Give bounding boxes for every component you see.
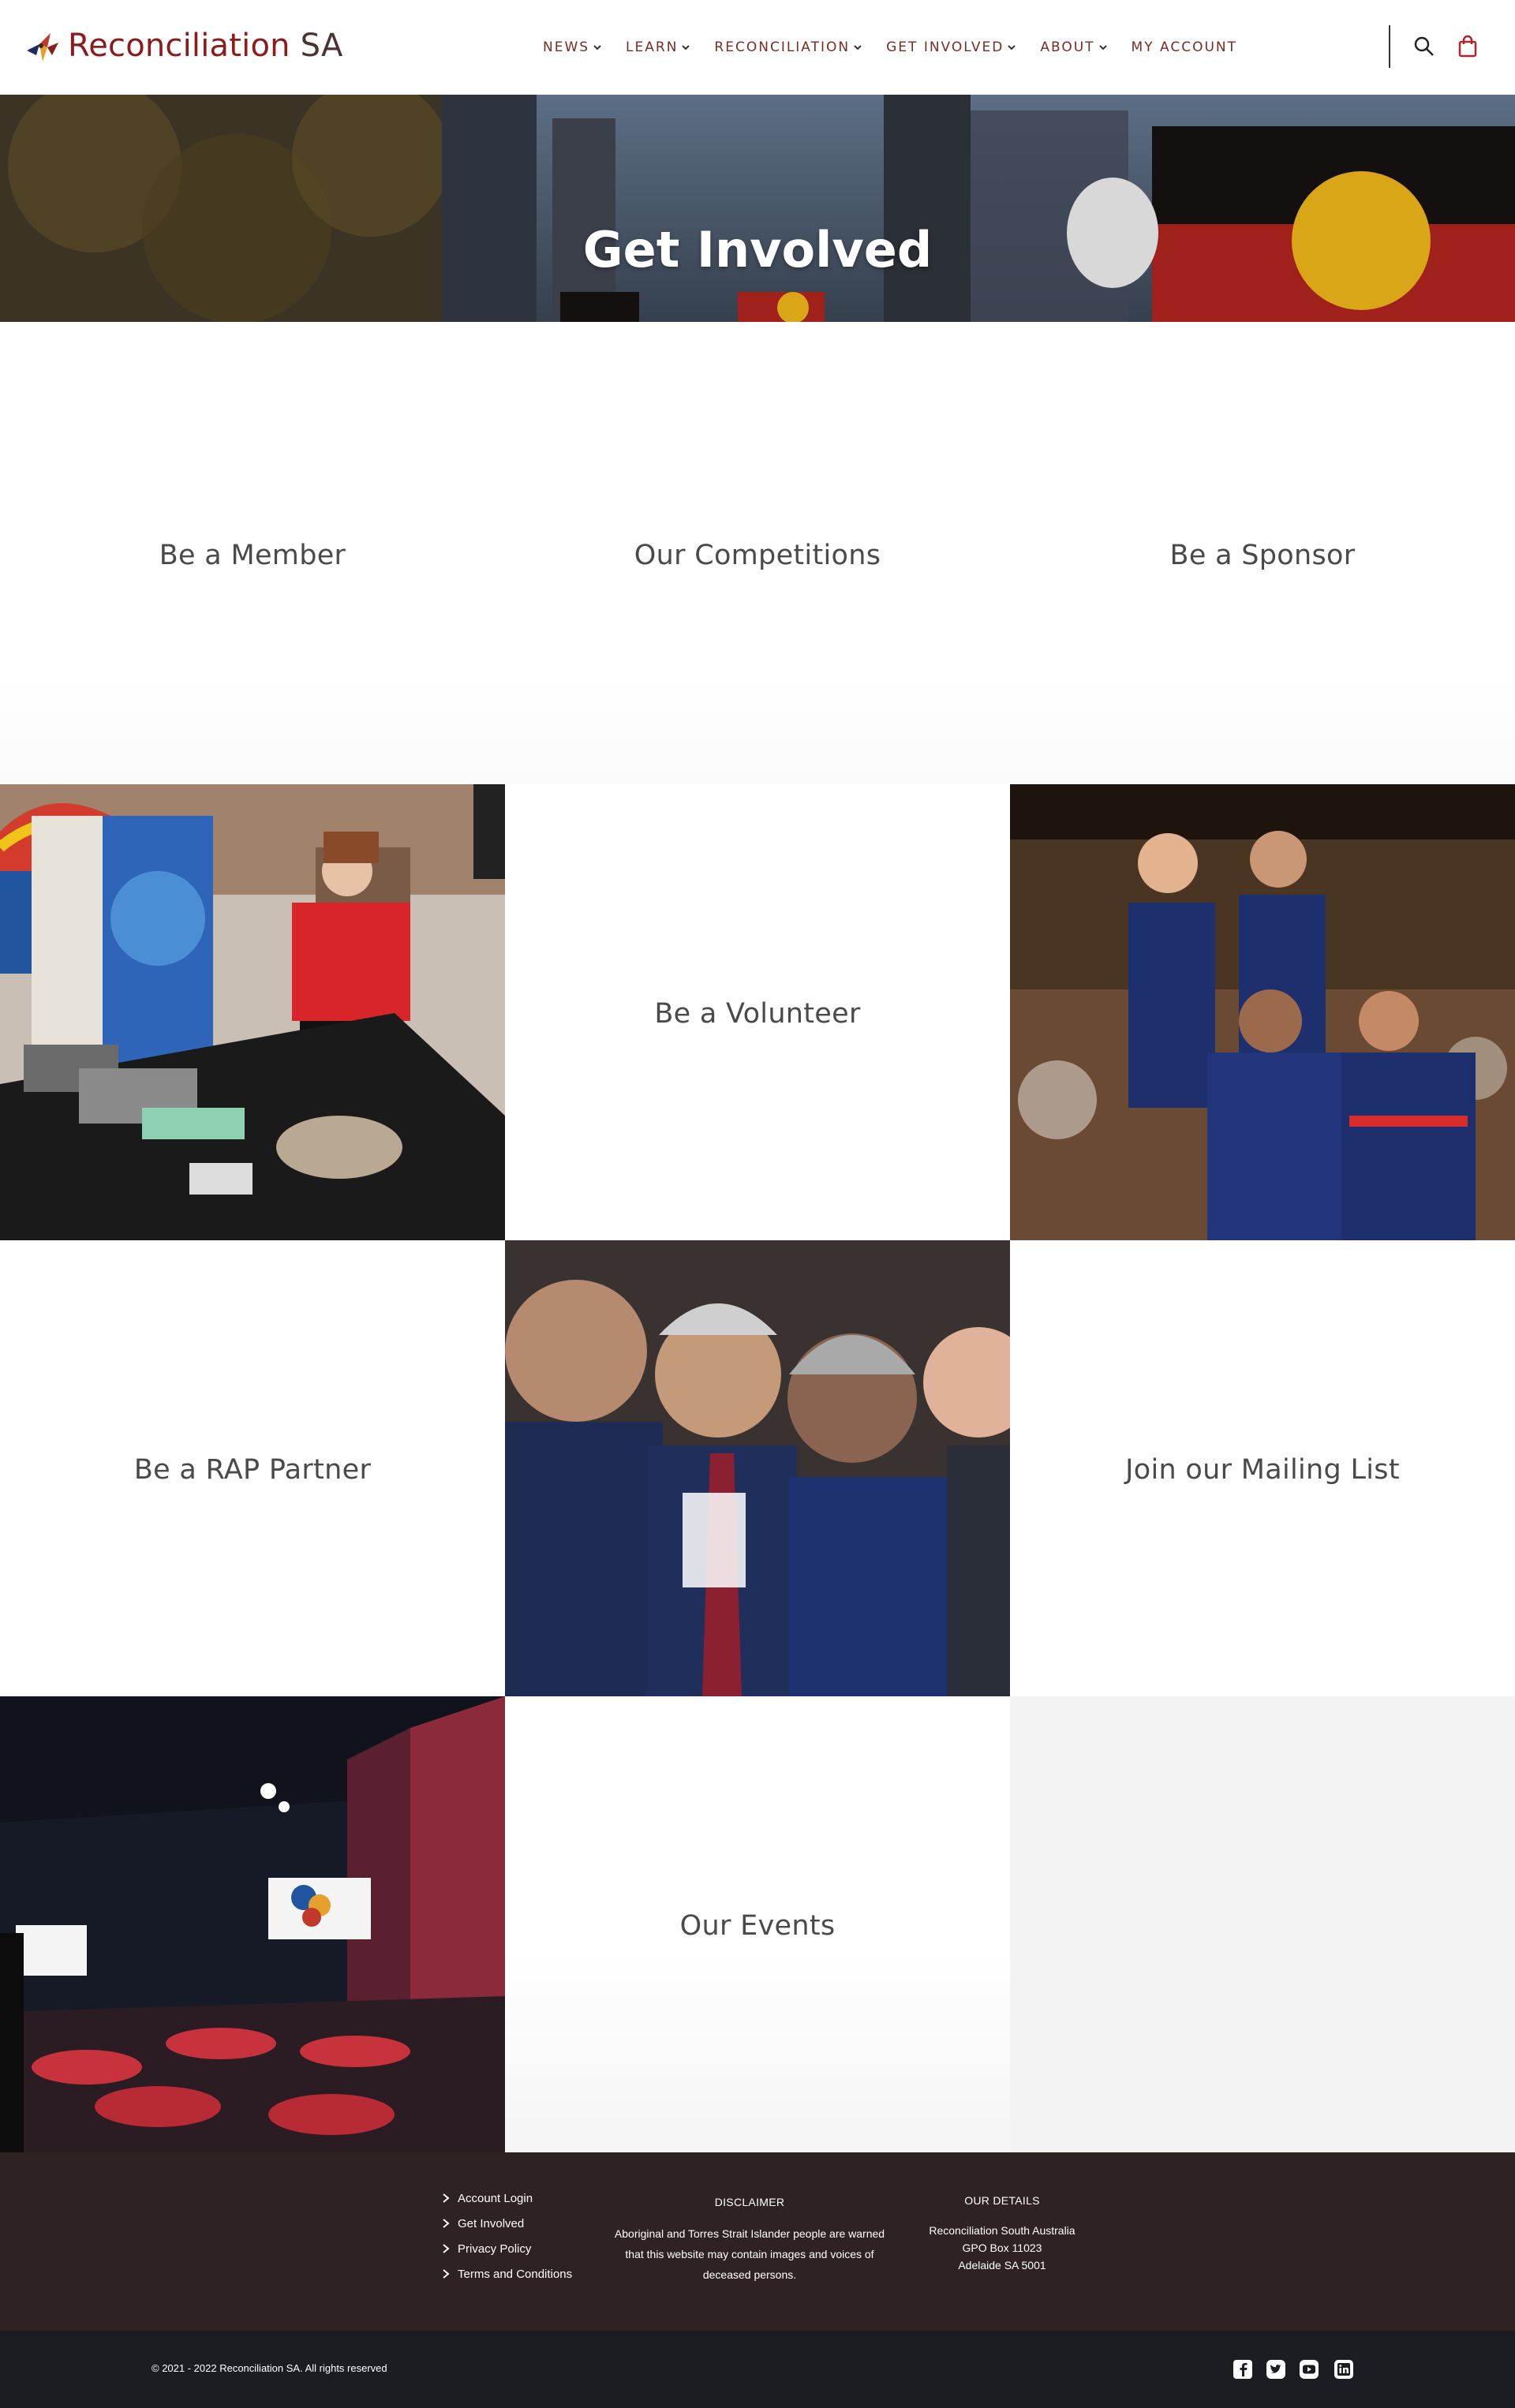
logo-icon — [27, 33, 58, 62]
tile-our-events[interactable]: Our Events — [505, 1696, 1010, 2152]
brand-name: Reconciliation SA — [68, 28, 343, 64]
chevron-right-icon — [443, 2219, 450, 2228]
tile-our-competitions-label: Our Competitions — [634, 540, 881, 571]
chevron-right-icon — [443, 2244, 450, 2253]
shopping-bag-icon[interactable] — [1456, 35, 1479, 58]
site-footer: Account Login Get Involved Privacy Polic… — [0, 2152, 1515, 2331]
photo-volunteer-stall — [0, 784, 505, 1240]
disclaimer-line: Aboriginal and Torres Strait Islander pe… — [614, 2227, 885, 2240]
tile-be-a-volunteer-label: Be a Volunteer — [654, 998, 861, 1030]
tile-our-competitions[interactable]: Our Competitions — [505, 322, 1010, 784]
youtube-icon[interactable] — [1299, 2359, 1319, 2380]
footer-link-privacy-policy[interactable]: Privacy Policy — [442, 2242, 572, 2256]
nav-my-account-label: MY ACCOUNT — [1131, 39, 1237, 55]
nav-get-involved[interactable]: GET INVOLVED — [886, 39, 1016, 55]
nav-learn-label: LEARN — [626, 39, 679, 55]
copyright-text: © 2021 - 2022 Reconciliation SA. All rig… — [152, 2362, 387, 2374]
photo-events-hall — [0, 1696, 505, 2152]
hero-background-image — [0, 95, 1515, 322]
footer-details: OUR DETAILS Reconciliation South Austral… — [907, 2192, 1097, 2274]
nav-get-involved-label: GET INVOLVED — [886, 39, 1004, 55]
footer-link-get-involved[interactable]: Get Involved — [442, 2217, 572, 2230]
disclaimer-line: deceased persons. — [702, 2268, 797, 2281]
tile-be-a-volunteer[interactable]: Be a Volunteer — [505, 784, 1010, 1240]
nav-reconciliation-label: RECONCILIATION — [714, 39, 851, 55]
photo-rap-partner-elders — [505, 1240, 1010, 1696]
tile-be-a-rap-partner-label: Be a RAP Partner — [133, 1454, 372, 1486]
chevron-right-icon — [443, 2193, 450, 2203]
footer-bottom-bar: © 2021 - 2022 Reconciliation SA. All rig… — [0, 2331, 1515, 2408]
nav-news-label: NEWS — [542, 39, 590, 55]
tile-be-a-member-label: Be a Member — [159, 540, 346, 571]
details-heading: OUR DETAILS — [964, 2194, 1040, 2207]
disclaimer-heading: DISCLAIMER — [714, 2196, 785, 2208]
events-hall-image — [0, 1696, 505, 2152]
footer-link-label: Terms and Conditions — [458, 2267, 573, 2281]
details-line: GPO Box 11023 — [962, 2242, 1042, 2254]
chevron-down-icon — [854, 45, 862, 50]
volunteer-stall-image — [0, 784, 505, 1240]
footer-link-terms[interactable]: Terms and Conditions — [442, 2267, 573, 2281]
linkedin-icon[interactable] — [1334, 2359, 1354, 2380]
footer-disclaimer: DISCLAIMER Aboriginal and Torres Strait … — [600, 2192, 900, 2285]
footer-link-label: Get Involved — [458, 2216, 525, 2230]
chevron-down-icon — [1098, 45, 1107, 50]
header-divider — [1389, 25, 1390, 68]
empty-tile — [1010, 1696, 1515, 2152]
chevron-down-icon — [682, 45, 690, 50]
site-logo[interactable]: Reconciliation SA — [24, 27, 343, 65]
site-header: Reconciliation SA NEWS LEARN RECONCILIAT… — [0, 0, 1515, 95]
footer-link-label: Account Login — [458, 2191, 533, 2205]
nav-news[interactable]: NEWS — [543, 39, 602, 55]
tile-be-a-sponsor-label: Be a Sponsor — [1169, 540, 1356, 571]
details-line: Adelaide SA 5001 — [958, 2259, 1046, 2272]
tile-join-mailing-list[interactable]: Join our Mailing List — [1010, 1240, 1515, 1696]
hero-banner: Get Involved — [0, 95, 1515, 322]
chevron-right-icon — [443, 2269, 450, 2279]
chevron-down-icon — [1008, 45, 1016, 50]
details-line: Reconciliation South Australia — [929, 2224, 1075, 2237]
tile-be-a-rap-partner[interactable]: Be a RAP Partner — [0, 1240, 505, 1696]
search-icon[interactable] — [1412, 35, 1436, 58]
footer-links: Account Login Get Involved Privacy Polic… — [442, 2192, 572, 2293]
tile-our-events-label: Our Events — [679, 1910, 836, 1942]
disclaimer-line: that this website may contain images and… — [625, 2248, 874, 2260]
sponsor-players-image — [1010, 784, 1515, 1240]
twitter-icon[interactable] — [1266, 2359, 1286, 2380]
nav-my-account[interactable]: MY ACCOUNT — [1132, 39, 1237, 55]
nav-learn[interactable]: LEARN — [626, 39, 690, 55]
nav-about-label: ABOUT — [1040, 39, 1095, 55]
rap-partner-elders-image — [505, 1240, 1010, 1696]
footer-link-label: Privacy Policy — [458, 2242, 532, 2256]
facebook-icon[interactable] — [1233, 2359, 1253, 2380]
nav-about[interactable]: ABOUT — [1040, 39, 1107, 55]
tile-be-a-sponsor[interactable]: Be a Sponsor — [1010, 322, 1515, 784]
photo-sponsor-players — [1010, 784, 1515, 1240]
footer-link-account-login[interactable]: Account Login — [442, 2191, 572, 2205]
chevron-down-icon — [593, 45, 601, 50]
page-title: Get Involved — [582, 221, 933, 279]
tile-join-mailing-list-label: Join our Mailing List — [1125, 1454, 1400, 1486]
main-nav: NEWS LEARN RECONCILIATION GET INVOLVED A… — [543, 0, 1237, 95]
nav-reconciliation[interactable]: RECONCILIATION — [714, 39, 862, 55]
tile-be-a-member[interactable]: Be a Member — [0, 322, 505, 784]
